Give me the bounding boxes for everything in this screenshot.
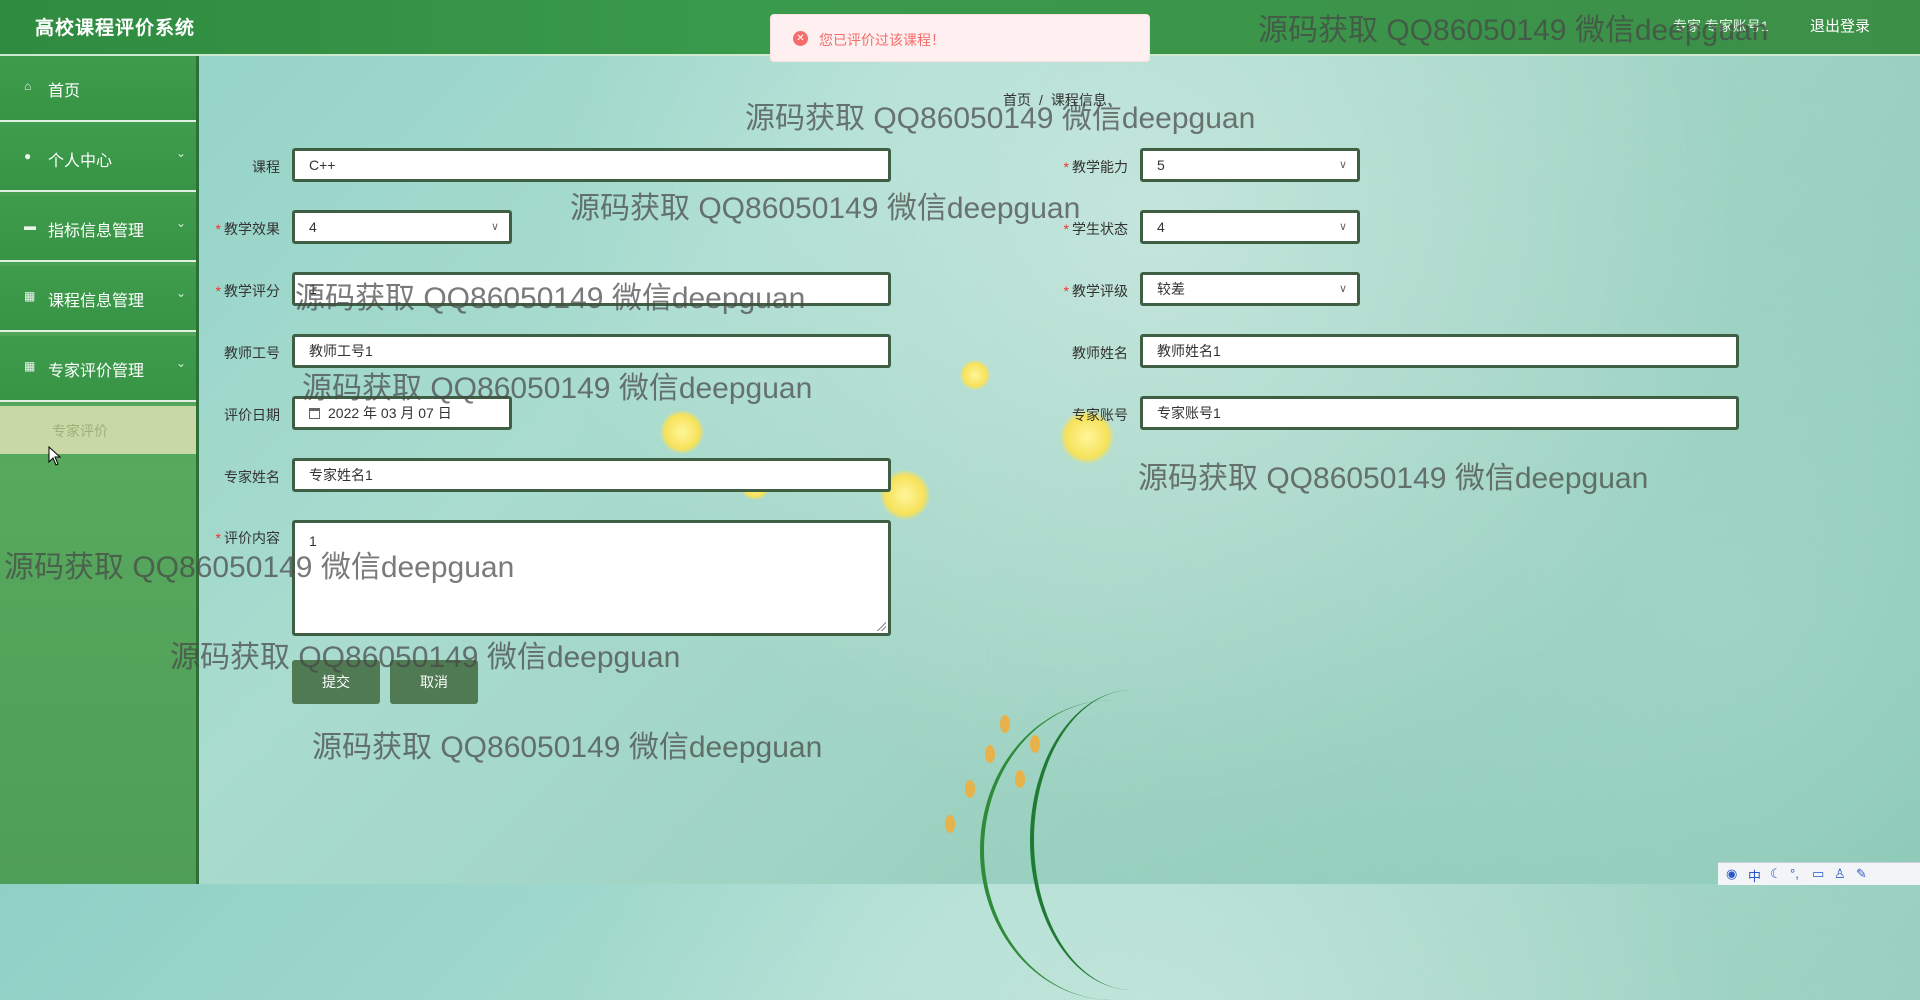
teacher-id-input[interactable]: 教师工号1 xyxy=(292,334,891,368)
chat-icon: ▬ xyxy=(24,219,36,233)
rice-stalk-decoration xyxy=(1030,690,1234,990)
teacher-name-label: 教师姓名 xyxy=(1072,345,1128,361)
sidebar-item-indicator-management[interactable]: ▬ 指标信息管理 ⌄ xyxy=(0,196,196,262)
sidebar-item-personal-center[interactable]: ● 个人中心 ⌄ xyxy=(0,126,196,192)
expert-name-label: 专家姓名 xyxy=(224,469,280,485)
chevron-down-icon: ∨ xyxy=(1338,221,1347,233)
sidebar-item-home[interactable]: ⌂ 首页 xyxy=(0,56,196,122)
app-title: 高校课程评价系统 xyxy=(35,18,196,39)
user-icon[interactable]: ♙ xyxy=(1834,866,1846,882)
student-state-label: * 学生状态 xyxy=(1063,221,1128,237)
sidebar-item-label: 首页 xyxy=(48,83,81,100)
calendar-icon xyxy=(309,408,320,419)
teaching-grade-label: * 教学评级 xyxy=(1063,283,1128,299)
logout-button[interactable]: 退出登录 xyxy=(1810,15,1870,36)
sidebar-item-label: 个人中心 xyxy=(48,153,113,170)
comment-textarea[interactable]: 1 xyxy=(292,520,891,636)
flower-decoration xyxy=(960,360,990,390)
expert-account-label: 专家账号 xyxy=(1072,407,1128,423)
watermark-text: 源码获取 QQ86050149 微信deepguan xyxy=(312,731,823,764)
ime-toolbar: ◉ 中 ☾ °, ▭ ♙ ✎ xyxy=(1718,862,1920,885)
cancel-button[interactable]: 取消 xyxy=(390,660,478,704)
sidebar-item-expert-evaluation-management[interactable]: ▦ 专家评价管理 ⌄ xyxy=(0,336,196,402)
teacher-name-input[interactable]: 教师姓名1 xyxy=(1140,334,1739,368)
rice-grain-decoration xyxy=(1000,715,1010,733)
moon-icon[interactable]: ☾ xyxy=(1770,866,1782,882)
watermark-text: 源码获取 QQ86050149 微信deepguan xyxy=(1138,462,1649,495)
expert-account-input[interactable]: 专家账号1 xyxy=(1140,396,1739,430)
mouse-cursor-icon xyxy=(48,446,62,466)
user-icon: ● xyxy=(24,149,32,163)
punctuation-icon[interactable]: °, xyxy=(1790,866,1799,881)
teaching-score-label: * 教学评分 xyxy=(215,283,280,299)
rice-grain-decoration xyxy=(1015,770,1025,788)
gear-icon[interactable]: ✎ xyxy=(1856,866,1867,882)
sidebar-item-course-management[interactable]: ▦ 课程信息管理 ⌄ xyxy=(0,266,196,332)
current-user-text: 专家 专家账号1 xyxy=(1673,18,1769,34)
rice-grain-decoration xyxy=(965,780,975,798)
watermark-text: 源码获取 QQ86050149 微信deepguan xyxy=(745,102,1256,135)
breadcrumb: 首页 / 课程信息 xyxy=(1003,90,1107,110)
ime-language[interactable]: 中 xyxy=(1748,866,1761,885)
sidebar-item-label: 指标信息管理 xyxy=(48,223,145,240)
teaching-effect-label: * 教学效果 xyxy=(215,221,280,237)
teaching-grade-select[interactable]: 较差 ∨ xyxy=(1140,272,1360,306)
grid-icon: ▦ xyxy=(24,289,36,303)
grid-icon: ▦ xyxy=(24,359,36,373)
course-input[interactable]: C++ xyxy=(292,148,891,182)
teaching-effect-select[interactable]: 4 ∨ xyxy=(292,210,512,244)
teaching-score-input[interactable]: 1 xyxy=(292,272,891,306)
chevron-down-icon: ∨ xyxy=(1338,159,1347,171)
sidebar: ⌂ 首页 ● 个人中心 ⌄ ▬ 指标信息管理 ⌄ ▦ 课程信息管理 ⌄ ▦ 专家… xyxy=(0,56,199,884)
comment-label: * 评价内容 xyxy=(215,530,280,546)
rice-grain-decoration xyxy=(945,815,955,833)
ime-logo-icon: ◉ xyxy=(1726,866,1738,881)
toast-message: 您已评价过该课程！ xyxy=(819,32,945,48)
chevron-down-icon: ∨ xyxy=(1338,283,1347,295)
expert-name-input[interactable]: 专家姓名1 xyxy=(292,458,891,492)
teacher-id-label: 教师工号 xyxy=(224,345,280,361)
keyboard-icon[interactable]: ▭ xyxy=(1812,866,1824,882)
sidebar-subitem-label: 专家评价 xyxy=(52,423,108,439)
sidebar-item-label: 专家评价管理 xyxy=(48,363,145,380)
eval-date-picker[interactable]: 2022 年 03 月 07 日 xyxy=(292,396,512,430)
rice-grain-decoration xyxy=(985,745,995,763)
sidebar-item-label: 课程信息管理 xyxy=(48,293,145,310)
watermark-text: 源码获取 QQ86050149 微信deepguan xyxy=(570,192,1081,225)
teaching-ability-label: * 教学能力 xyxy=(1063,159,1128,175)
course-label: 课程 xyxy=(252,159,280,175)
breadcrumb-home[interactable]: 首页 xyxy=(1003,92,1031,108)
submit-button[interactable]: 提交 xyxy=(292,660,380,704)
flower-decoration xyxy=(660,410,704,454)
rice-grain-decoration xyxy=(1030,735,1040,753)
student-state-select[interactable]: 4 ∨ xyxy=(1140,210,1360,244)
eval-date-label: 评价日期 xyxy=(224,407,280,423)
teaching-ability-select[interactable]: 5 ∨ xyxy=(1140,148,1360,182)
error-icon: ✕ xyxy=(793,31,808,46)
home-icon: ⌂ xyxy=(24,79,32,93)
resize-handle-icon[interactable] xyxy=(877,622,886,631)
chevron-down-icon: ∨ xyxy=(490,221,499,233)
breadcrumb-current: 课程信息 xyxy=(1050,92,1107,108)
error-toast: ✕ 您已评价过该课程！ xyxy=(770,14,1150,62)
sidebar-subitem-expert-evaluation[interactable]: 专家评价 xyxy=(0,406,196,454)
breadcrumb-separator: / xyxy=(1039,92,1043,108)
